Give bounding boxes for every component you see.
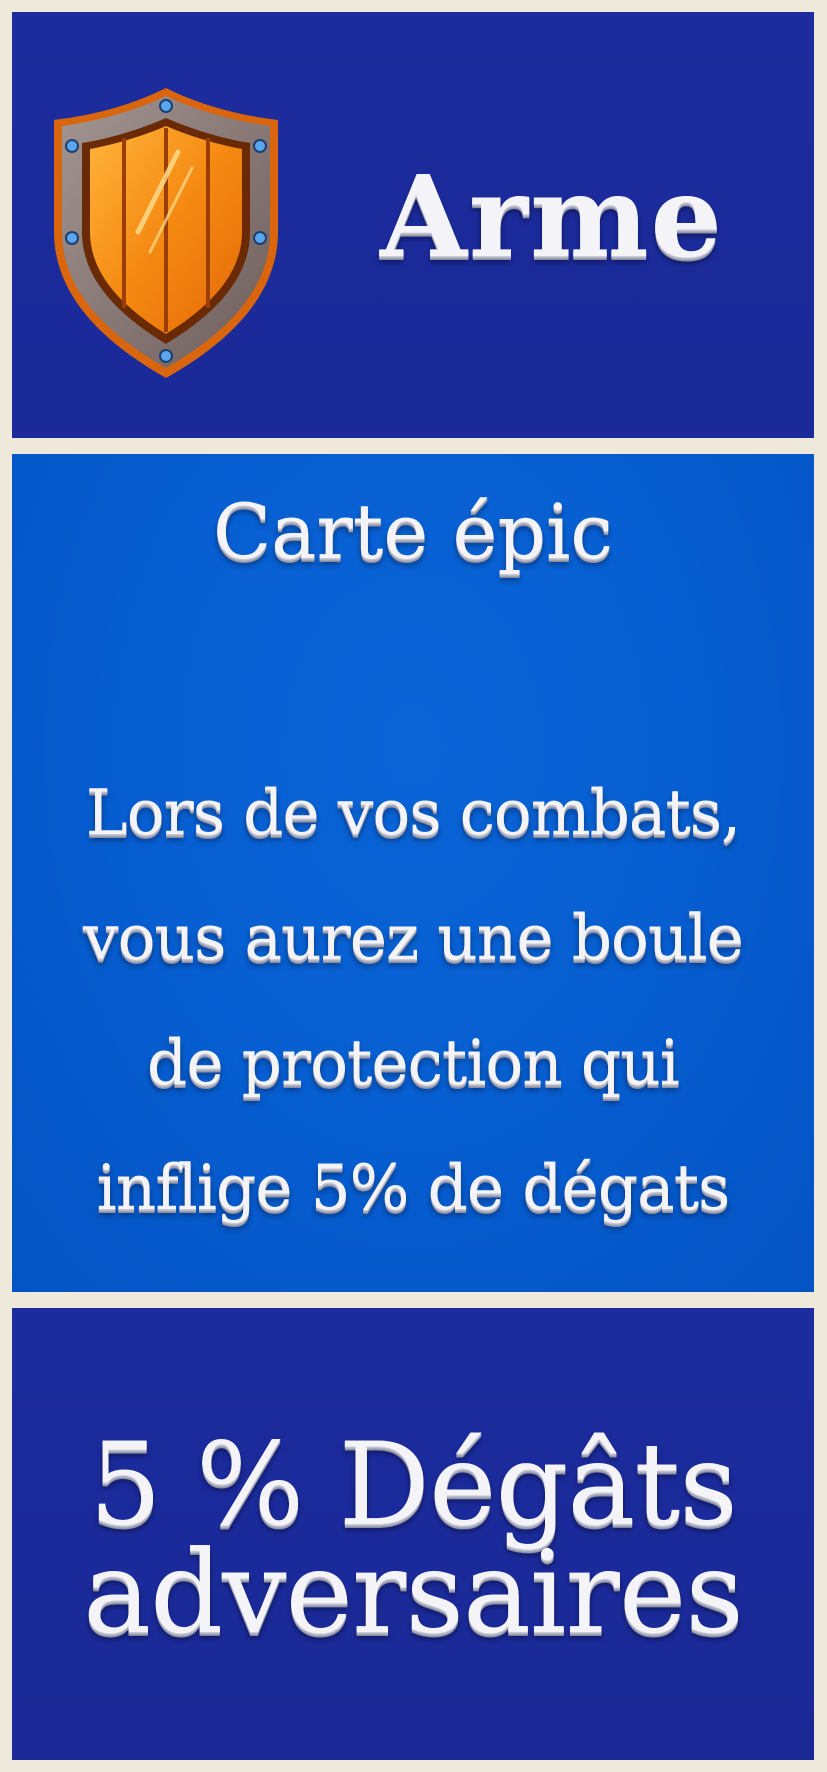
card-rarity: Carte épic [213, 487, 613, 576]
description-line: de protection qui [147, 1026, 680, 1099]
stat-line: 5 % Dégâts [89, 1418, 737, 1551]
description-line: Lors de vos combats, [85, 776, 741, 849]
game-card: Arme Carte épic Lors de vos combats, vou… [0, 0, 827, 1772]
description-line: inflige 5% de dégats [96, 1151, 731, 1224]
description-line: vous aurez une boule [83, 901, 744, 974]
stat-line: adversaires [83, 1526, 744, 1659]
card-body: Carte épic Lors de vos combats, vous aur… [12, 454, 814, 1292]
card-header: Arme [12, 12, 814, 438]
card-stat: 5 % Dégâts adversaires [12, 1308, 814, 1760]
card-title: Arme [380, 152, 724, 283]
shield-icon [54, 88, 278, 378]
card-description: Lors de vos combats, vous aurez une boul… [12, 750, 814, 1250]
